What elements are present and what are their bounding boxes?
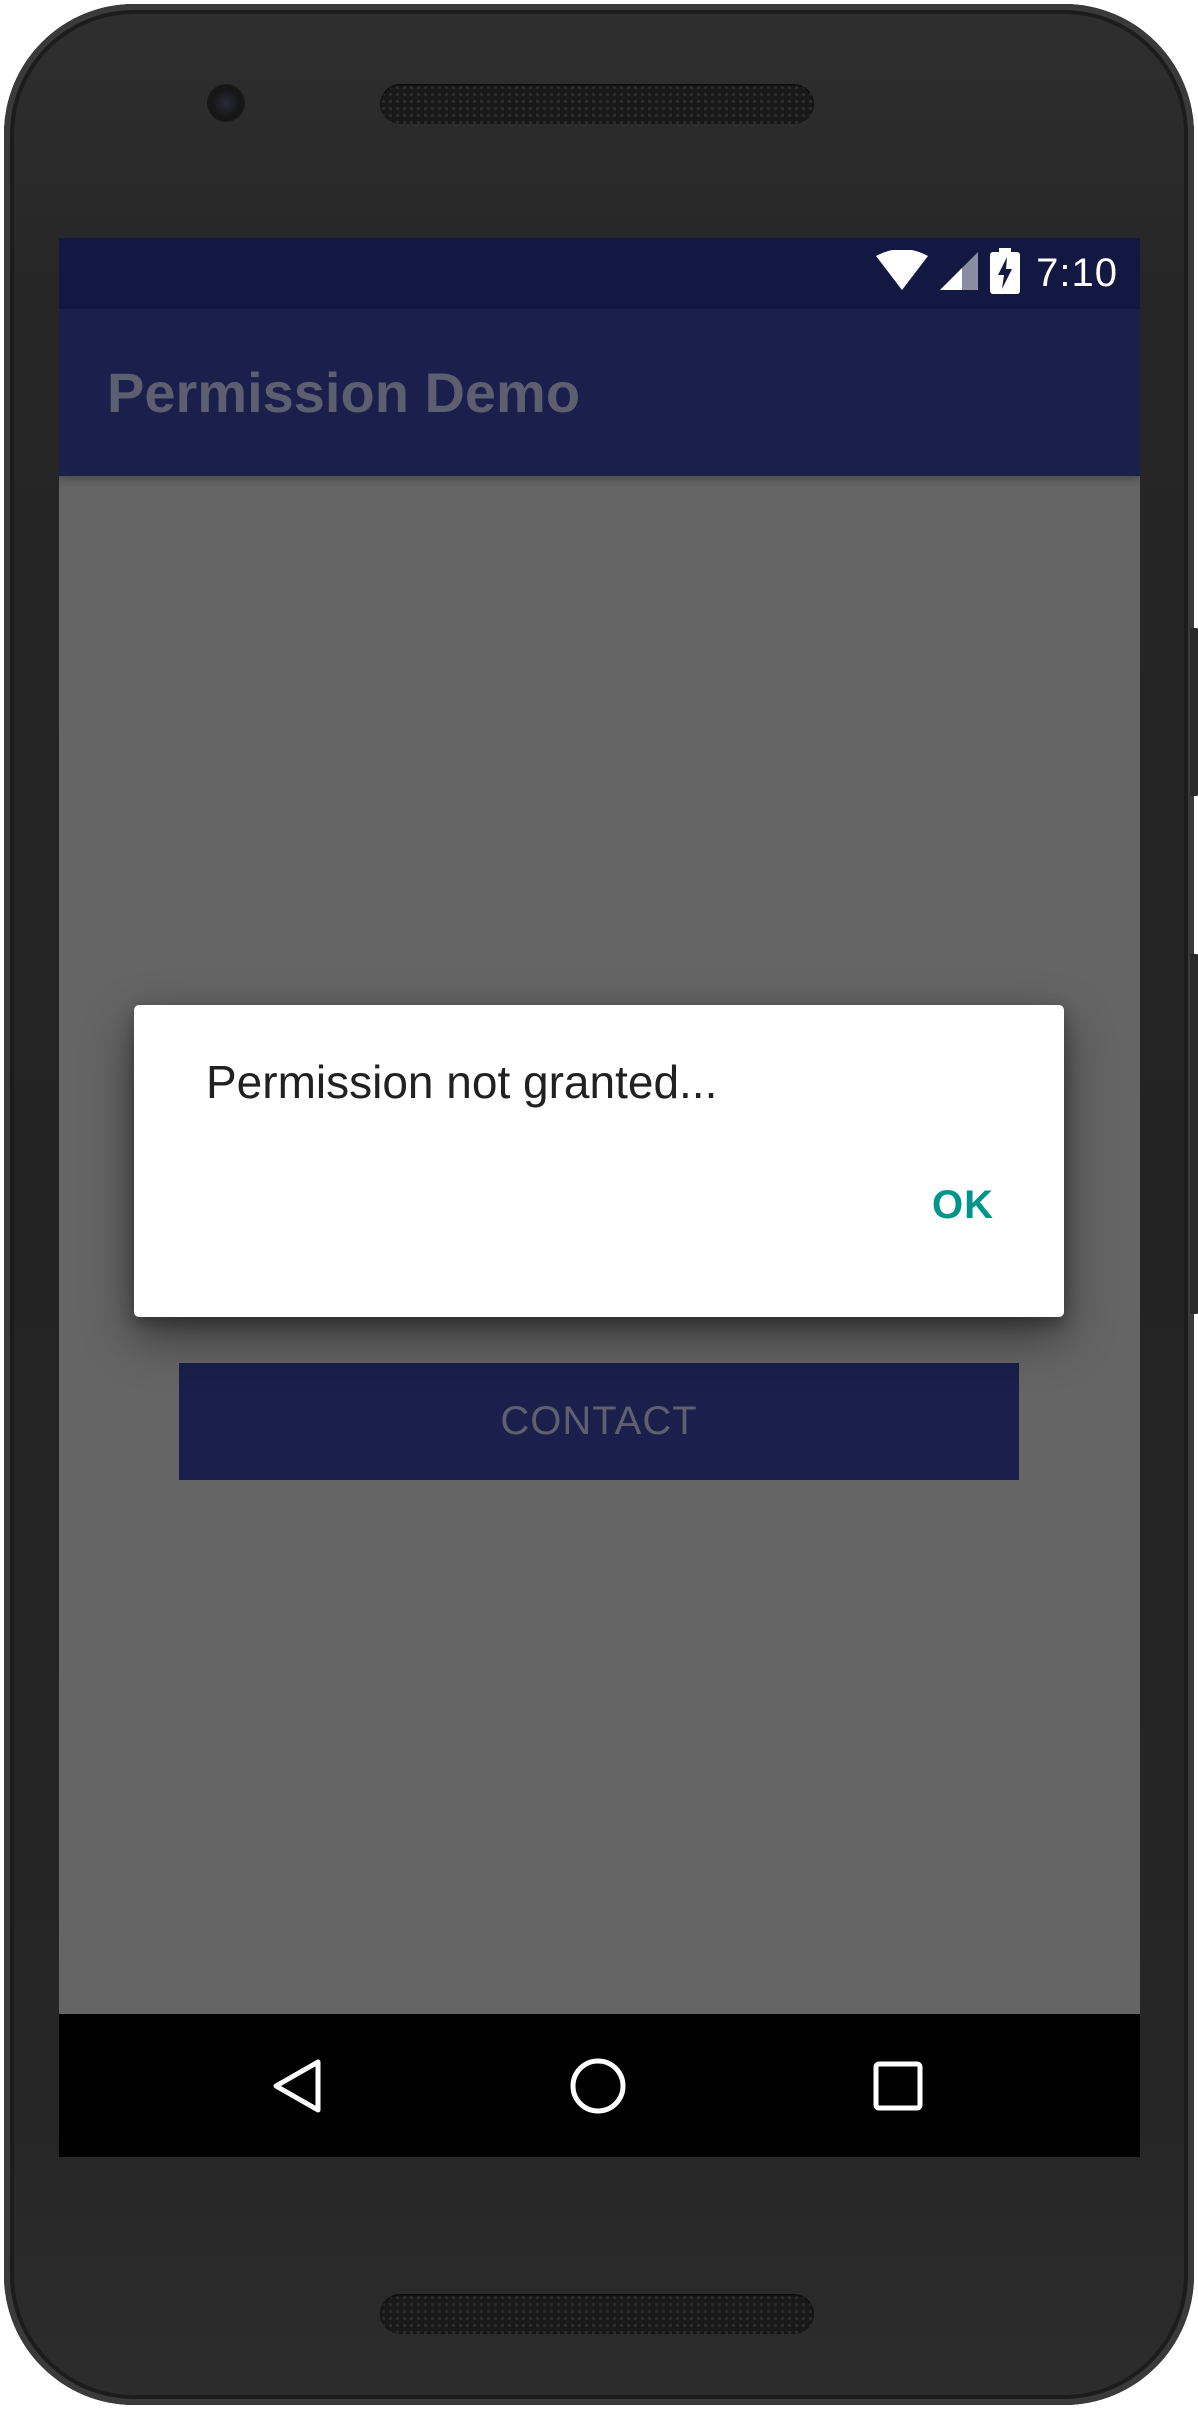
- home-icon: [570, 2058, 626, 2113]
- back-icon: [273, 2059, 321, 2112]
- status-time: 7:10: [1036, 251, 1118, 295]
- battery-charging-icon: [990, 248, 1021, 299]
- cell-signal-icon: [938, 250, 980, 297]
- app-bar: Permission Demo: [59, 309, 1140, 476]
- home-button[interactable]: [548, 2014, 648, 2157]
- navigation-bar: [59, 2014, 1140, 2157]
- screen: 7:10 Permission Demo CONTACT Permission …: [59, 238, 1140, 2157]
- back-button[interactable]: [248, 2014, 348, 2157]
- app-title: Permission Demo: [107, 361, 581, 424]
- power-button: [1190, 954, 1198, 1314]
- recents-icon: [873, 2061, 923, 2110]
- recents-button[interactable]: [848, 2014, 948, 2157]
- volume-button: [1190, 628, 1198, 796]
- status-icons: 7:10: [876, 238, 1118, 309]
- wifi-icon: [876, 249, 929, 297]
- dialog-message: Permission not granted...: [206, 1056, 718, 1108]
- phone-frame: 7:10 Permission Demo CONTACT Permission …: [4, 4, 1198, 2405]
- status-bar: 7:10: [59, 238, 1140, 309]
- contact-button[interactable]: CONTACT: [179, 1363, 1019, 1480]
- permission-dialog: Permission not granted... OK: [134, 1005, 1064, 1317]
- ok-button[interactable]: OK: [932, 1183, 994, 1228]
- front-camera: [207, 84, 245, 122]
- top-speaker: [380, 84, 814, 124]
- bottom-speaker: [380, 2294, 814, 2334]
